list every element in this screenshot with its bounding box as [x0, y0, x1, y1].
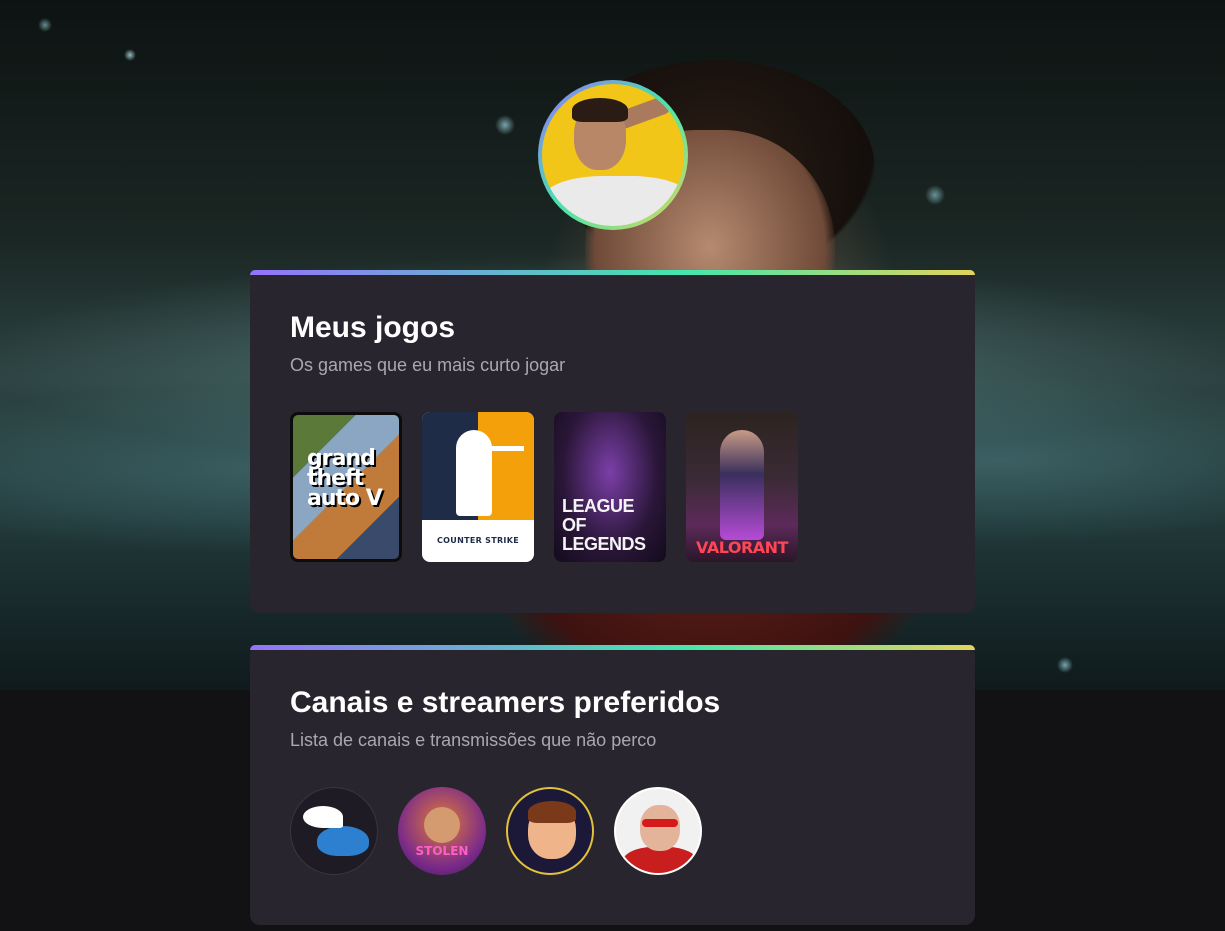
channel-label: STOLEN: [415, 844, 469, 858]
game-counter-strike[interactable]: COUNTER STRIKE: [422, 412, 534, 562]
game-gta-v[interactable]: grand theft auto V: [290, 412, 402, 562]
streamer-face-icon: [640, 805, 680, 851]
channel-red-glasses[interactable]: [614, 787, 702, 875]
games-card: Meus jogos Os games que eu mais curto jo…: [250, 270, 975, 613]
game-league-of-legends[interactable]: LEAGUE OF LEGENDS: [554, 412, 666, 562]
games-title: Meus jogos: [290, 311, 456, 344]
game-logo: grand theft auto V: [307, 446, 383, 511]
profile-avatar[interactable]: [538, 80, 688, 230]
games-list: grand theft auto V COUNTER STRIKE LEAGUE…: [290, 412, 935, 562]
agent-figure: [720, 430, 764, 540]
channels-list: STOLEN: [290, 787, 935, 875]
profile-avatar-image: [542, 84, 684, 226]
game-logo: VALORANT: [696, 538, 788, 557]
soldier-icon: [456, 430, 492, 516]
channel-stolen[interactable]: STOLEN: [398, 787, 486, 875]
channel-winged-hat[interactable]: [290, 787, 378, 875]
game-logo: LEAGUE OF LEGENDS: [562, 496, 646, 554]
channels-title: Canais e streamers preferidos: [290, 686, 721, 719]
streamer-face-icon: [424, 807, 460, 843]
channel-cartoon[interactable]: [506, 787, 594, 875]
channels-card: Canais e streamers preferidos Lista de c…: [250, 645, 975, 925]
winged-hat-icon: [317, 826, 369, 856]
games-subtitle: Os games que eu mais curto jogar: [290, 355, 566, 375]
game-valorant[interactable]: VALORANT: [686, 412, 798, 562]
channels-subtitle: Lista de canais e transmissões que não p…: [290, 730, 657, 750]
game-logo: COUNTER STRIKE: [437, 536, 519, 545]
